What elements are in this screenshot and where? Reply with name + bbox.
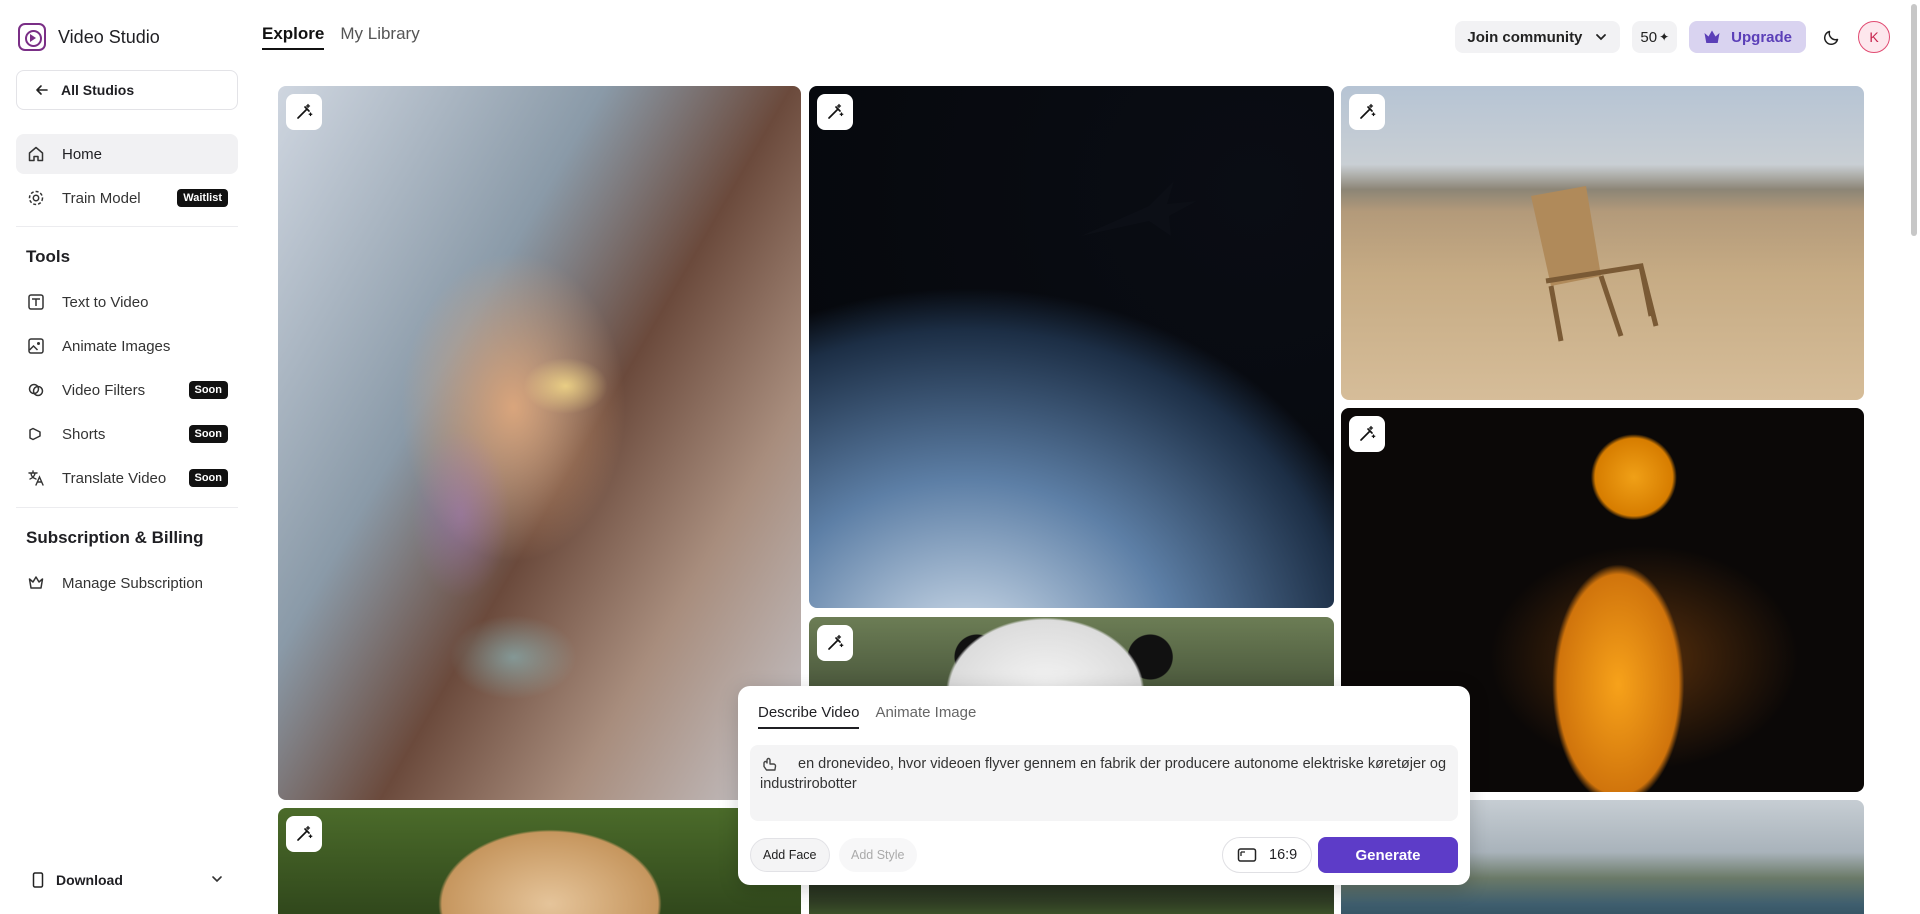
sidebar-item-label: Translate Video [62, 469, 167, 487]
sidebar-item-manage-subscription[interactable]: Manage Subscription [16, 563, 238, 603]
sidebar-item-shorts[interactable]: Shorts Soon [16, 414, 238, 454]
sidebar-item-home[interactable]: Home [16, 134, 238, 174]
divider [16, 226, 238, 227]
tab-describe-video[interactable]: Describe Video [758, 704, 860, 729]
scrollbar[interactable] [1911, 4, 1917, 236]
credits-value: 50 [1640, 28, 1658, 46]
soon-badge: Soon [188, 469, 228, 487]
sidebar: Video Studio All Studios Home Train Mode… [0, 0, 254, 914]
divider [16, 507, 238, 508]
billing-heading: Subscription & Billing [26, 528, 204, 547]
download-menu[interactable]: Download [16, 864, 238, 896]
prompt-panel: Describe Video Animate Image en dronevid… [738, 686, 1470, 885]
text-video-icon [26, 292, 46, 312]
magic-wand-icon[interactable] [817, 625, 853, 661]
soon-badge: Soon [188, 381, 228, 399]
gallery-tile-dog[interactable] [278, 808, 801, 914]
avatar[interactable]: K [1858, 21, 1890, 53]
app-name: Video Studio [58, 26, 160, 47]
chevron-down-icon [1596, 34, 1607, 41]
prompt-tabs: Describe Video Animate Image [758, 704, 976, 729]
gear-icon [26, 188, 46, 208]
all-studios-button[interactable]: All Studios [16, 70, 238, 110]
sidebar-item-label: Shorts [62, 425, 106, 443]
waitlist-badge: Waitlist [177, 189, 228, 207]
join-community-button[interactable]: Join community [1455, 21, 1621, 53]
sidebar-item-label: Train Model [62, 189, 141, 207]
add-style-button[interactable]: Add Style [839, 838, 917, 872]
add-face-button[interactable]: Add Face [750, 838, 830, 872]
join-community-label: Join community [1467, 28, 1583, 46]
sidebar-item-animate-images[interactable]: Animate Images [16, 326, 238, 366]
sidebar-item-label: Video Filters [62, 381, 146, 399]
translate-icon [26, 468, 46, 488]
sidebar-item-video-filters[interactable]: Video Filters Soon [16, 370, 238, 410]
brand[interactable]: Video Studio [18, 23, 160, 51]
sparkle-icon: ✦ [1659, 30, 1670, 44]
sidebar-item-text-to-video[interactable]: Text to Video [16, 282, 238, 322]
shorts-icon [26, 424, 46, 444]
magic-wand-icon[interactable] [1349, 416, 1385, 452]
magic-wand-icon[interactable] [286, 94, 322, 130]
spaceship-shape [1081, 181, 1197, 236]
crown-icon [26, 573, 46, 593]
chevron-down-icon [212, 876, 222, 883]
image-icon [26, 336, 46, 356]
upgrade-button[interactable]: Upgrade [1689, 21, 1806, 53]
credits-counter[interactable]: 50 ✦ [1632, 21, 1678, 53]
play-logo-icon [18, 23, 46, 51]
aspect-ratio-value: 16:9 [1269, 847, 1298, 863]
tools-heading: Tools [26, 247, 71, 266]
gallery-tile-desert-chair[interactable] [1341, 86, 1864, 400]
magic-wand-icon[interactable] [286, 816, 322, 852]
sidebar-item-label: Animate Images [62, 337, 171, 355]
prompt-input[interactable]: en dronevideo, hvor videoen flyver genne… [750, 745, 1458, 821]
crown-icon [1704, 30, 1720, 43]
sidebar-item-translate-video[interactable]: Translate Video Soon [16, 458, 238, 498]
generate-button[interactable]: Generate [1318, 837, 1458, 873]
chair-shape [1531, 186, 1659, 342]
download-label: Download [56, 872, 123, 888]
sidebar-item-label: Home [62, 145, 103, 163]
aspect-ratio-button[interactable]: 16:9 [1222, 837, 1313, 873]
upgrade-label: Upgrade [1731, 28, 1792, 46]
magic-wand-icon[interactable] [1349, 94, 1385, 130]
gallery-tile-earth[interactable] [809, 86, 1334, 608]
moon-icon [1823, 30, 1839, 46]
magic-wand-icon[interactable] [817, 94, 853, 130]
prompt-text[interactable]: en dronevideo, hvor videoen flyver genne… [760, 754, 1450, 794]
header-actions: Join community 50 ✦ Upgrade K [1455, 21, 1890, 53]
home-icon [26, 144, 46, 164]
tab-explore[interactable]: Explore [262, 24, 325, 50]
sidebar-item-label: Manage Subscription [62, 574, 203, 592]
main-tabs: Explore My Library [262, 24, 420, 50]
tab-animate-image[interactable]: Animate Image [875, 704, 976, 729]
dark-mode-toggle[interactable] [1818, 23, 1846, 51]
all-studios-label: All Studios [61, 82, 135, 98]
sidebar-item-label: Text to Video [62, 293, 149, 311]
arrow-left-icon [36, 85, 48, 95]
tab-my-library[interactable]: My Library [340, 24, 419, 50]
soon-badge: Soon [188, 425, 228, 443]
filter-icon [26, 380, 46, 400]
sidebar-item-train-model[interactable]: Train Model Waitlist [16, 178, 238, 218]
aspect-ratio-icon [1237, 848, 1257, 862]
phone-icon [32, 872, 44, 888]
gallery-tile-face[interactable] [278, 86, 801, 800]
